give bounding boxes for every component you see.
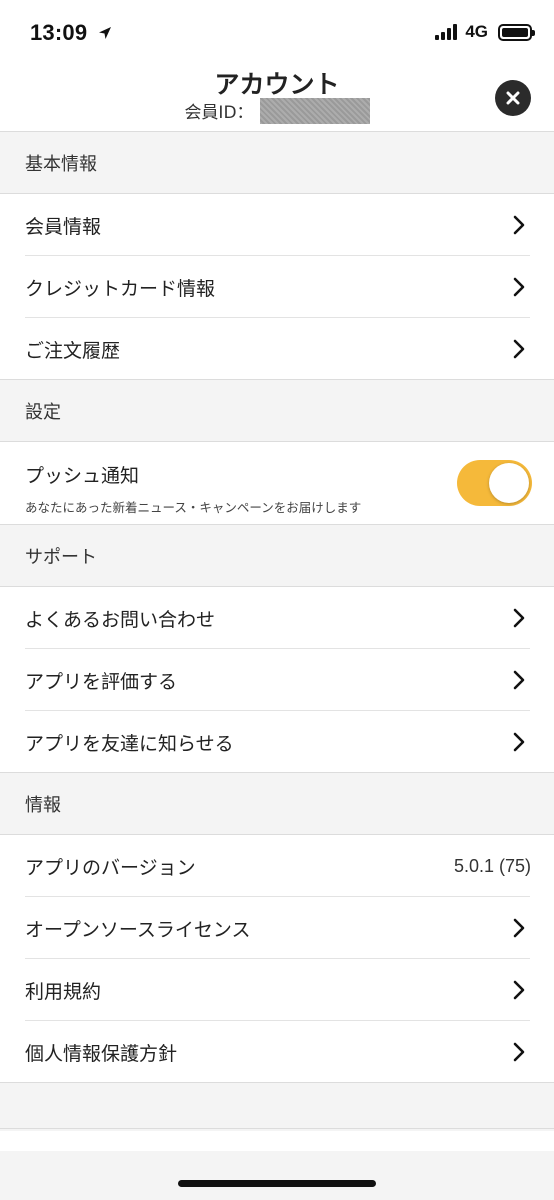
status-time: 13:09: [30, 20, 112, 46]
toggle-knob: [489, 463, 529, 503]
order-history-row[interactable]: ご注文履歴: [0, 318, 554, 380]
row-label: オープンソースライセンス: [25, 918, 251, 941]
member-id-label: 会員ID：: [184, 103, 254, 123]
status-time-text: 13:09: [30, 20, 88, 45]
chevron-right-icon: [513, 608, 525, 628]
cellular-signal-icon: [435, 24, 458, 40]
chevron-right-icon: [513, 215, 525, 235]
status-bar: 13:09 4G: [0, 0, 554, 62]
row-label: ご注文履歴: [25, 339, 121, 362]
chevron-right-icon: [513, 918, 525, 938]
terms-row[interactable]: 利用規約: [0, 959, 554, 1021]
app-version-row: アプリのバージョン 5.0.1 (75): [0, 835, 554, 897]
app-version-value: 5.0.1 (75): [453, 855, 531, 876]
chevron-right-icon: [513, 670, 525, 690]
chevron-right-icon: [513, 1042, 525, 1062]
push-notification-title: プッシュ通知: [25, 465, 140, 487]
faq-row[interactable]: よくあるお問い合わせ: [0, 587, 554, 649]
bottom-area: [0, 1131, 554, 1151]
account-list: 基本情報 会員情報 クレジットカード情報 ご注文履歴 設定 プッシュ通知 あなた…: [0, 132, 554, 1129]
header: アカウント 会員ID：: [0, 62, 554, 132]
row-label: 会員情報: [25, 215, 102, 238]
page-title: アカウント: [214, 70, 340, 99]
row-label: よくあるお問い合わせ: [25, 608, 216, 631]
section-header-support: サポート: [0, 525, 554, 587]
member-info-row[interactable]: 会員情報: [0, 194, 554, 256]
row-label: 個人情報保護方針: [25, 1042, 178, 1065]
chevron-right-icon: [513, 980, 525, 1000]
row-label: クレジットカード情報: [25, 277, 216, 300]
close-button[interactable]: [495, 80, 531, 116]
section-header-settings: 設定: [0, 380, 554, 442]
share-app-row[interactable]: アプリを友達に知らせる: [0, 711, 554, 773]
rate-app-row[interactable]: アプリを評価する: [0, 649, 554, 711]
home-indicator[interactable]: [178, 1180, 376, 1187]
location-arrow-icon: [98, 20, 112, 46]
chevron-right-icon: [513, 732, 525, 752]
push-notification-toggle[interactable]: [457, 460, 532, 506]
member-id-redacted: [259, 98, 370, 124]
chevron-right-icon: [513, 277, 525, 297]
status-indicators: 4G: [435, 22, 535, 42]
chevron-right-icon: [513, 339, 525, 359]
row-label: 利用規約: [25, 980, 102, 1003]
section-header-info: 情報: [0, 773, 554, 835]
push-notification-description: あなたにあった新着ニュース・キャンペーンをお届けします: [25, 500, 362, 515]
close-icon: [506, 91, 520, 105]
footer-spacer: [0, 1083, 554, 1129]
row-label: アプリのバージョン: [25, 856, 196, 879]
row-label: アプリを友達に知らせる: [25, 732, 234, 755]
section-header-basic: 基本情報: [0, 132, 554, 194]
network-type: 4G: [465, 22, 488, 41]
privacy-policy-row[interactable]: 個人情報保護方針: [0, 1021, 554, 1083]
row-label: アプリを評価する: [25, 670, 178, 693]
open-source-license-row[interactable]: オープンソースライセンス: [0, 897, 554, 959]
push-notification-row: プッシュ通知 あなたにあった新着ニュース・キャンペーンをお届けします: [0, 442, 554, 525]
battery-icon: [498, 23, 535, 41]
credit-card-row[interactable]: クレジットカード情報: [0, 256, 554, 318]
member-id: 会員ID：: [0, 98, 554, 124]
